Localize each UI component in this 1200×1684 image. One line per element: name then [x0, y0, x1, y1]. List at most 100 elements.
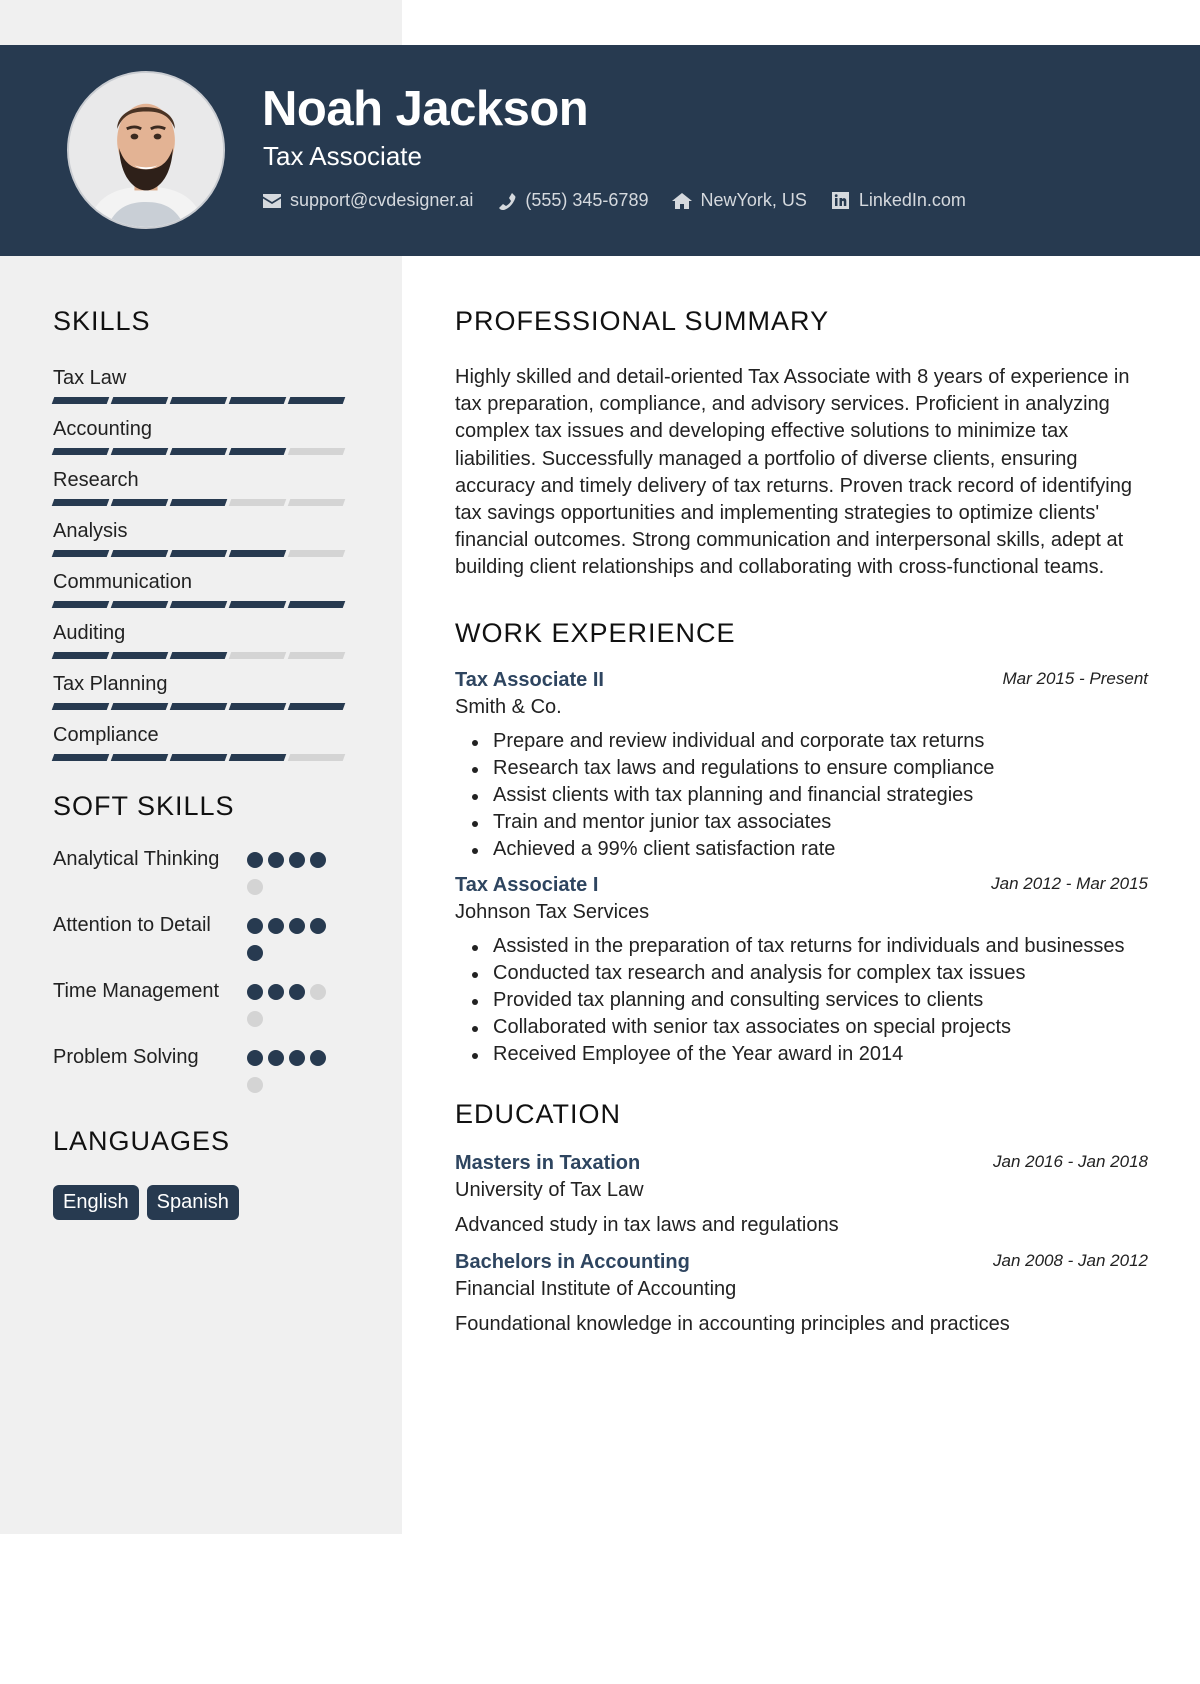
rating-dot-filled [289, 918, 305, 934]
skill-level-bar [51, 499, 363, 506]
skill-name: Tax Law [53, 367, 127, 389]
job-dates: Mar 2015 - Present [1002, 668, 1148, 688]
skill-segment-filled [51, 397, 110, 404]
contact-phone[interactable]: (555) 345-6789 [497, 190, 648, 211]
skill-level-bar [51, 652, 363, 659]
skill-segment-filled [110, 754, 169, 761]
soft-skill-name: Attention to Detail [53, 914, 211, 936]
soft-skill-item: Analytical Thinking [53, 846, 363, 906]
soft-skills-heading: SOFT SKILLS [53, 791, 235, 821]
skill-segment-filled [51, 754, 110, 761]
skill-segment-filled [228, 754, 287, 761]
soft-skill-name: Problem Solving [53, 1046, 199, 1068]
skill-level-bar [51, 754, 363, 761]
contact-email[interactable]: support@cvdesigner.ai [262, 190, 473, 211]
education-entry: Masters in Taxation Jan 2016 - Jan 2018 Un… [455, 1152, 1148, 1237]
skill-name: Research [53, 469, 139, 491]
skill-segment-filled [287, 397, 346, 404]
skill-segment-filled [110, 397, 169, 404]
language-badge: English [53, 1185, 139, 1220]
rating-dot-filled [247, 1050, 263, 1066]
rating-dot-empty [247, 1011, 263, 1027]
rating-dot-filled [289, 1050, 305, 1066]
skill-segment-filled [110, 448, 169, 455]
skill-level-bar [51, 397, 363, 404]
candidate-name: Noah Jackson [262, 82, 589, 136]
skill-name: Accounting [53, 418, 152, 440]
contact-location-text: NewYork, US [700, 190, 807, 210]
skill-item: Compliance [51, 722, 363, 761]
job-title: Tax Associate II [455, 668, 604, 691]
rating-dot-empty [310, 984, 326, 1000]
envelope-icon [262, 192, 282, 210]
job-title: Tax Associate I [455, 873, 599, 896]
rating-dot-filled [268, 984, 284, 1000]
skills-heading: SKILLS [53, 306, 151, 336]
skill-name: Compliance [53, 724, 159, 746]
summary-text: Highly skilled and detail-oriented Tax A… [455, 366, 1132, 579]
phone-icon [497, 192, 517, 210]
skill-segment-filled [169, 754, 228, 761]
contact-bar: support@cvdesigner.ai (555) 345-6789 New… [262, 190, 990, 211]
rating-dot-filled [289, 984, 305, 1000]
language-badge: Spanish [146, 1185, 239, 1220]
job-bullet: Received Employee of the Year award in 2… [469, 1041, 1148, 1068]
work-experience-list: Tax Associate II Mar 2015 - Present Smith … [455, 669, 1148, 1069]
languages-list: English Spanish [53, 1185, 363, 1220]
skill-segment-filled [51, 703, 110, 710]
skill-segment-empty [228, 499, 287, 506]
skill-item: Tax Planning [51, 671, 363, 710]
education-list: Masters in Taxation Jan 2016 - Jan 2018 Un… [455, 1152, 1148, 1336]
skill-segment-filled [169, 550, 228, 557]
rating-dot-filled [268, 852, 284, 868]
skills-list: Tax Law Accounting Research Analysis Communi… [51, 365, 363, 761]
soft-skill-rating [247, 846, 337, 906]
contact-location: NewYork, US [672, 190, 807, 211]
job-bullet: Conducted tax research and analysis for … [469, 960, 1148, 987]
education-entry: Bachelors in Accounting Jan 2008 - Jan 20… [455, 1251, 1148, 1336]
rating-dot-filled [247, 984, 263, 1000]
skill-segment-filled [110, 703, 169, 710]
education-heading: EDUCATION [455, 1098, 622, 1129]
skill-level-bar [51, 703, 363, 710]
person-photo-icon [69, 73, 223, 227]
job-company: Johnson Tax Services [455, 900, 650, 923]
languages-heading: LANGUAGES [53, 1126, 231, 1156]
contact-phone-text: (555) 345-6789 [525, 190, 649, 210]
contact-email-text: support@cvdesigner.ai [290, 190, 474, 210]
rating-dot-filled [310, 852, 326, 868]
education-description: Advanced study in tax laws and regulatio… [455, 1213, 839, 1236]
skill-segment-filled [110, 601, 169, 608]
job-header: Tax Associate II Mar 2015 - Present [455, 669, 1148, 692]
soft-skill-rating [247, 978, 337, 1038]
resume-header: Noah Jackson Tax Associate support@cvdes… [0, 45, 1200, 256]
skill-level-bar [51, 550, 363, 557]
skill-segment-filled [169, 601, 228, 608]
skill-segment-empty [287, 754, 346, 761]
skill-segment-filled [169, 703, 228, 710]
degree-title: Masters in Taxation [455, 1151, 641, 1174]
skill-segment-filled [169, 652, 228, 659]
soft-skill-name: Time Management [53, 980, 219, 1002]
job-bullet: Research tax laws and regulations to ens… [469, 755, 1148, 782]
job-bullet: Achieved a 99% client satisfaction rate [469, 836, 1148, 863]
skill-level-bar [51, 448, 363, 455]
skill-segment-filled [110, 550, 169, 557]
skill-segment-filled [110, 652, 169, 659]
job-bullet: Provided tax planning and consulting ser… [469, 987, 1148, 1014]
rating-dot-filled [268, 1050, 284, 1066]
skill-item: Tax Law [51, 365, 363, 404]
rating-dot-filled [310, 1050, 326, 1066]
skill-name: Tax Planning [53, 673, 168, 695]
skill-segment-filled [169, 499, 228, 506]
skill-segment-filled [228, 550, 287, 557]
skill-item: Auditing [51, 620, 363, 659]
soft-skill-rating [247, 1044, 337, 1104]
skill-segment-filled [169, 397, 228, 404]
rating-dot-empty [247, 879, 263, 895]
home-icon [672, 192, 693, 210]
contact-linkedin[interactable]: LinkedIn.com [831, 190, 966, 211]
job-bullet: Prepare and review individual and corpor… [469, 728, 1148, 755]
skill-segment-filled [110, 499, 169, 506]
school-name: Financial Institute of Accounting [455, 1277, 737, 1300]
